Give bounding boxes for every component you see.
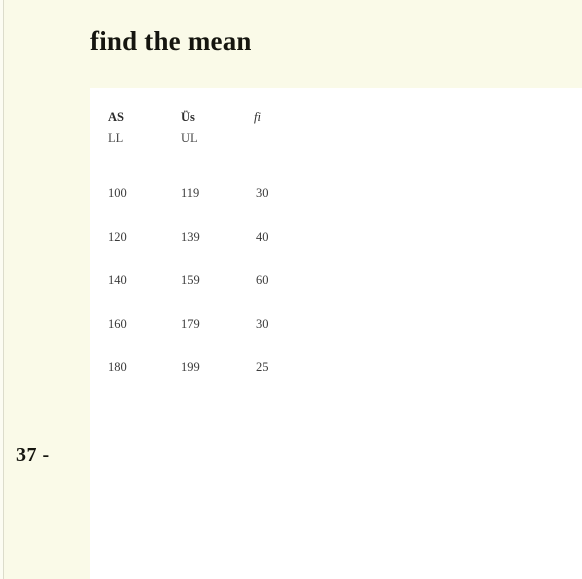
background-cream-left bbox=[0, 0, 90, 579]
cell-frequency: 30 bbox=[256, 186, 269, 200]
table-row: 160 179 30 bbox=[108, 303, 314, 347]
cell-lower-limit: 160 bbox=[108, 316, 127, 331]
cell-lower-limit: 100 bbox=[108, 186, 127, 200]
spacer-cell-1 bbox=[108, 152, 181, 172]
cell-upper-limit: 139 bbox=[181, 229, 200, 244]
header-upper-limit-sub: UL bbox=[181, 131, 198, 145]
spacer-cell-2 bbox=[181, 152, 254, 172]
cell-frequency: 30 bbox=[256, 316, 269, 331]
left-edge-rule bbox=[3, 0, 4, 579]
cell-lower-limit: 120 bbox=[108, 229, 127, 244]
table-header-spacer bbox=[108, 152, 314, 172]
table-row: 120 139 40 bbox=[108, 216, 314, 260]
spacer-cell-3 bbox=[254, 152, 314, 172]
page-title: find the mean bbox=[90, 26, 252, 56]
cell-upper-limit: 199 bbox=[181, 360, 200, 374]
table-row: 180 199 25 bbox=[108, 346, 314, 390]
frequency-distribution-table: AS Üs fi LL UL 100 119 30 120 139 40 140… bbox=[108, 106, 314, 390]
cell-frequency: 40 bbox=[256, 229, 269, 244]
cell-upper-limit: 179 bbox=[181, 316, 200, 331]
table-header: AS Üs fi LL UL bbox=[108, 106, 314, 172]
table-row: 100 119 30 bbox=[108, 172, 314, 216]
table-body: 100 119 30 120 139 40 140 159 60 160 179… bbox=[108, 172, 314, 390]
cell-lower-limit: 140 bbox=[108, 273, 127, 287]
cell-frequency: 25 bbox=[256, 360, 269, 374]
table-header-row-abbr: AS Üs fi bbox=[108, 106, 314, 128]
cell-frequency: 60 bbox=[256, 273, 269, 287]
cell-upper-limit: 159 bbox=[181, 273, 200, 287]
cell-upper-limit: 119 bbox=[181, 186, 200, 200]
page-number-marker: 37 - bbox=[16, 444, 50, 466]
header-lower-limit-abbr: AS bbox=[108, 110, 124, 124]
page-root: find the mean 37 - AS Üs fi LL UL 100 11… bbox=[0, 0, 582, 579]
header-frequency: fi bbox=[254, 110, 261, 124]
header-upper-limit-abbr: Üs bbox=[181, 110, 195, 124]
header-lower-limit-sub: LL bbox=[108, 131, 124, 145]
table-row: 140 159 60 bbox=[108, 259, 314, 303]
cell-lower-limit: 180 bbox=[108, 360, 127, 374]
